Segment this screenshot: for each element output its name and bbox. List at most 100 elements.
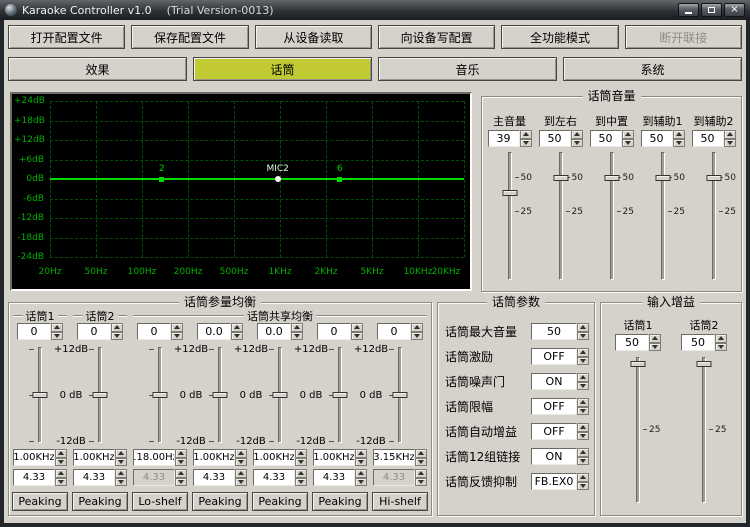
- band6-filter-type-button[interactable]: Peaking: [312, 492, 368, 511]
- slider-thumb[interactable]: [332, 392, 348, 398]
- mic-param-spinner-value[interactable]: OFF: [531, 398, 577, 415]
- slider-track[interactable]: [609, 152, 614, 280]
- band2-q-spinner-increment-button[interactable]: [115, 469, 127, 478]
- mic-param-spinner-increment-button[interactable]: [577, 348, 589, 357]
- slider-track[interactable]: [711, 152, 716, 280]
- band6-freq-spinner-increment-button[interactable]: [355, 449, 367, 458]
- mic-param-spinner-increment-button[interactable]: [577, 373, 589, 382]
- slider-thumb[interactable]: [630, 361, 646, 368]
- band6-q-spinner-increment-button[interactable]: [355, 469, 367, 478]
- band1-freq-spinner-decrement-button[interactable]: [55, 457, 67, 466]
- mic-param-spinner-value[interactable]: FB.EX0: [531, 473, 577, 490]
- slider-thumb[interactable]: [392, 392, 408, 398]
- volume-spinner-value[interactable]: 50: [640, 130, 673, 147]
- mic-param-spinner-decrement-button[interactable]: [577, 356, 589, 365]
- slider-track[interactable]: [636, 357, 640, 503]
- slider-thumb[interactable]: [152, 392, 168, 398]
- band5-q-spinner-value[interactable]: 4.33: [253, 469, 295, 486]
- volume-spinner-increment-button[interactable]: [570, 130, 583, 139]
- band4-gain-spinner-increment-button[interactable]: [231, 323, 243, 332]
- band1-gain-slider[interactable]: [28, 347, 52, 443]
- band7-gain-spinner-decrement-button[interactable]: [411, 331, 423, 340]
- band6-q-spinner-decrement-button[interactable]: [355, 477, 367, 486]
- input-gain-spinner-decrement-button[interactable]: [715, 342, 727, 351]
- band7-freq-spinner-increment-button[interactable]: [415, 449, 427, 458]
- slider-thumb[interactable]: [212, 392, 228, 398]
- band4-gain-slider[interactable]: [208, 347, 232, 443]
- maximize-button[interactable]: [701, 3, 722, 17]
- band7-gain-slider[interactable]: [388, 347, 412, 443]
- mic-param-spinner-value[interactable]: ON: [531, 373, 577, 390]
- band2-q-spinner-decrement-button[interactable]: [115, 477, 127, 486]
- mic-param-spinner-decrement-button[interactable]: [577, 481, 589, 490]
- band1-filter-type-button[interactable]: Peaking: [12, 492, 68, 511]
- write-config-to-device-button[interactable]: 向设备写配置: [377, 25, 496, 49]
- mic-param-spinner-decrement-button[interactable]: [577, 406, 589, 415]
- band7-freq-spinner-decrement-button[interactable]: [415, 457, 427, 466]
- input-gain-spinner-value[interactable]: 50: [615, 334, 649, 351]
- volume-spinner-decrement-button[interactable]: [672, 138, 685, 147]
- band4-freq-spinner-decrement-button[interactable]: [235, 457, 247, 466]
- volume-slider[interactable]: 50 25: [549, 152, 583, 280]
- band3-gain-slider[interactable]: [148, 347, 172, 443]
- full-function-mode-button[interactable]: 全功能模式: [501, 25, 619, 49]
- band6-gain-slider[interactable]: [328, 347, 352, 443]
- band1-gain-spinner-value[interactable]: 0: [17, 323, 51, 340]
- slider-thumb[interactable]: [32, 392, 48, 398]
- volume-spinner-increment-button[interactable]: [519, 130, 532, 139]
- mic-param-spinner-decrement-button[interactable]: [577, 431, 589, 440]
- slider-track[interactable]: [702, 357, 706, 503]
- band5-gain-spinner-increment-button[interactable]: [291, 323, 303, 332]
- band1-freq-spinner-increment-button[interactable]: [55, 449, 67, 458]
- band4-freq-spinner-increment-button[interactable]: [235, 449, 247, 458]
- band3-freq-spinner-decrement-button[interactable]: [175, 457, 187, 466]
- band3-filter-type-button[interactable]: Lo-shelf: [132, 492, 188, 511]
- band1-gain-spinner-increment-button[interactable]: [51, 323, 63, 332]
- band2-freq-spinner-decrement-button[interactable]: [115, 457, 127, 466]
- volume-spinner-decrement-button[interactable]: [723, 138, 736, 147]
- slider-track[interactable]: [558, 152, 563, 280]
- band3-gain-spinner-value[interactable]: 0: [137, 323, 171, 340]
- band5-gain-spinner-value[interactable]: 0.0: [257, 323, 291, 340]
- tab-music[interactable]: 音乐: [378, 57, 557, 81]
- band2-freq-spinner-value[interactable]: 1.00KHz: [73, 449, 115, 466]
- band3-gain-spinner-decrement-button[interactable]: [171, 331, 183, 340]
- band7-freq-spinner-value[interactable]: 3.15KHz: [373, 449, 415, 466]
- read-from-device-button[interactable]: 从设备读取: [254, 25, 372, 49]
- band4-gain-spinner-decrement-button[interactable]: [231, 331, 243, 340]
- slider-thumb[interactable]: [655, 174, 670, 181]
- tab-effects[interactable]: 效果: [8, 57, 187, 81]
- mic-param-spinner-decrement-button[interactable]: [577, 381, 589, 390]
- band2-gain-slider[interactable]: [88, 347, 112, 443]
- mic-param-spinner-decrement-button[interactable]: [577, 331, 589, 340]
- slider-thumb[interactable]: [553, 174, 568, 181]
- tab-microphone[interactable]: 话筒: [193, 57, 372, 81]
- band1-q-spinner-decrement-button[interactable]: [55, 477, 67, 486]
- band1-q-spinner-increment-button[interactable]: [55, 469, 67, 478]
- band3-freq-spinner-increment-button[interactable]: [175, 449, 187, 458]
- band2-freq-spinner-increment-button[interactable]: [115, 449, 127, 458]
- band5-filter-type-button[interactable]: Peaking: [252, 492, 308, 511]
- slider-thumb[interactable]: [696, 361, 712, 368]
- input-gain-spinner-increment-button[interactable]: [649, 334, 661, 343]
- volume-spinner-decrement-button[interactable]: [621, 138, 634, 147]
- input-gain-slider[interactable]: 25: [626, 357, 660, 503]
- slider-thumb[interactable]: [272, 392, 288, 398]
- band4-q-spinner-increment-button[interactable]: [235, 469, 247, 478]
- slider-thumb[interactable]: [706, 174, 721, 181]
- close-button[interactable]: ×: [724, 3, 745, 17]
- band5-gain-spinner-decrement-button[interactable]: [291, 331, 303, 340]
- volume-spinner-value[interactable]: 50: [589, 130, 622, 147]
- slider-thumb[interactable]: [92, 392, 108, 398]
- band3-freq-spinner-value[interactable]: 118.00Hz: [133, 449, 175, 466]
- input-gain-spinner-decrement-button[interactable]: [649, 342, 661, 351]
- slider-thumb[interactable]: [604, 174, 619, 181]
- band4-gain-spinner-value[interactable]: 0.0: [197, 323, 231, 340]
- band6-gain-spinner-value[interactable]: 0: [317, 323, 351, 340]
- band3-gain-spinner-increment-button[interactable]: [171, 323, 183, 332]
- minimize-button[interactable]: [678, 3, 699, 17]
- band4-filter-type-button[interactable]: Peaking: [192, 492, 248, 511]
- eq-band-marker[interactable]: [336, 177, 342, 182]
- slider-track[interactable]: [507, 152, 512, 280]
- band2-gain-spinner-decrement-button[interactable]: [111, 331, 123, 340]
